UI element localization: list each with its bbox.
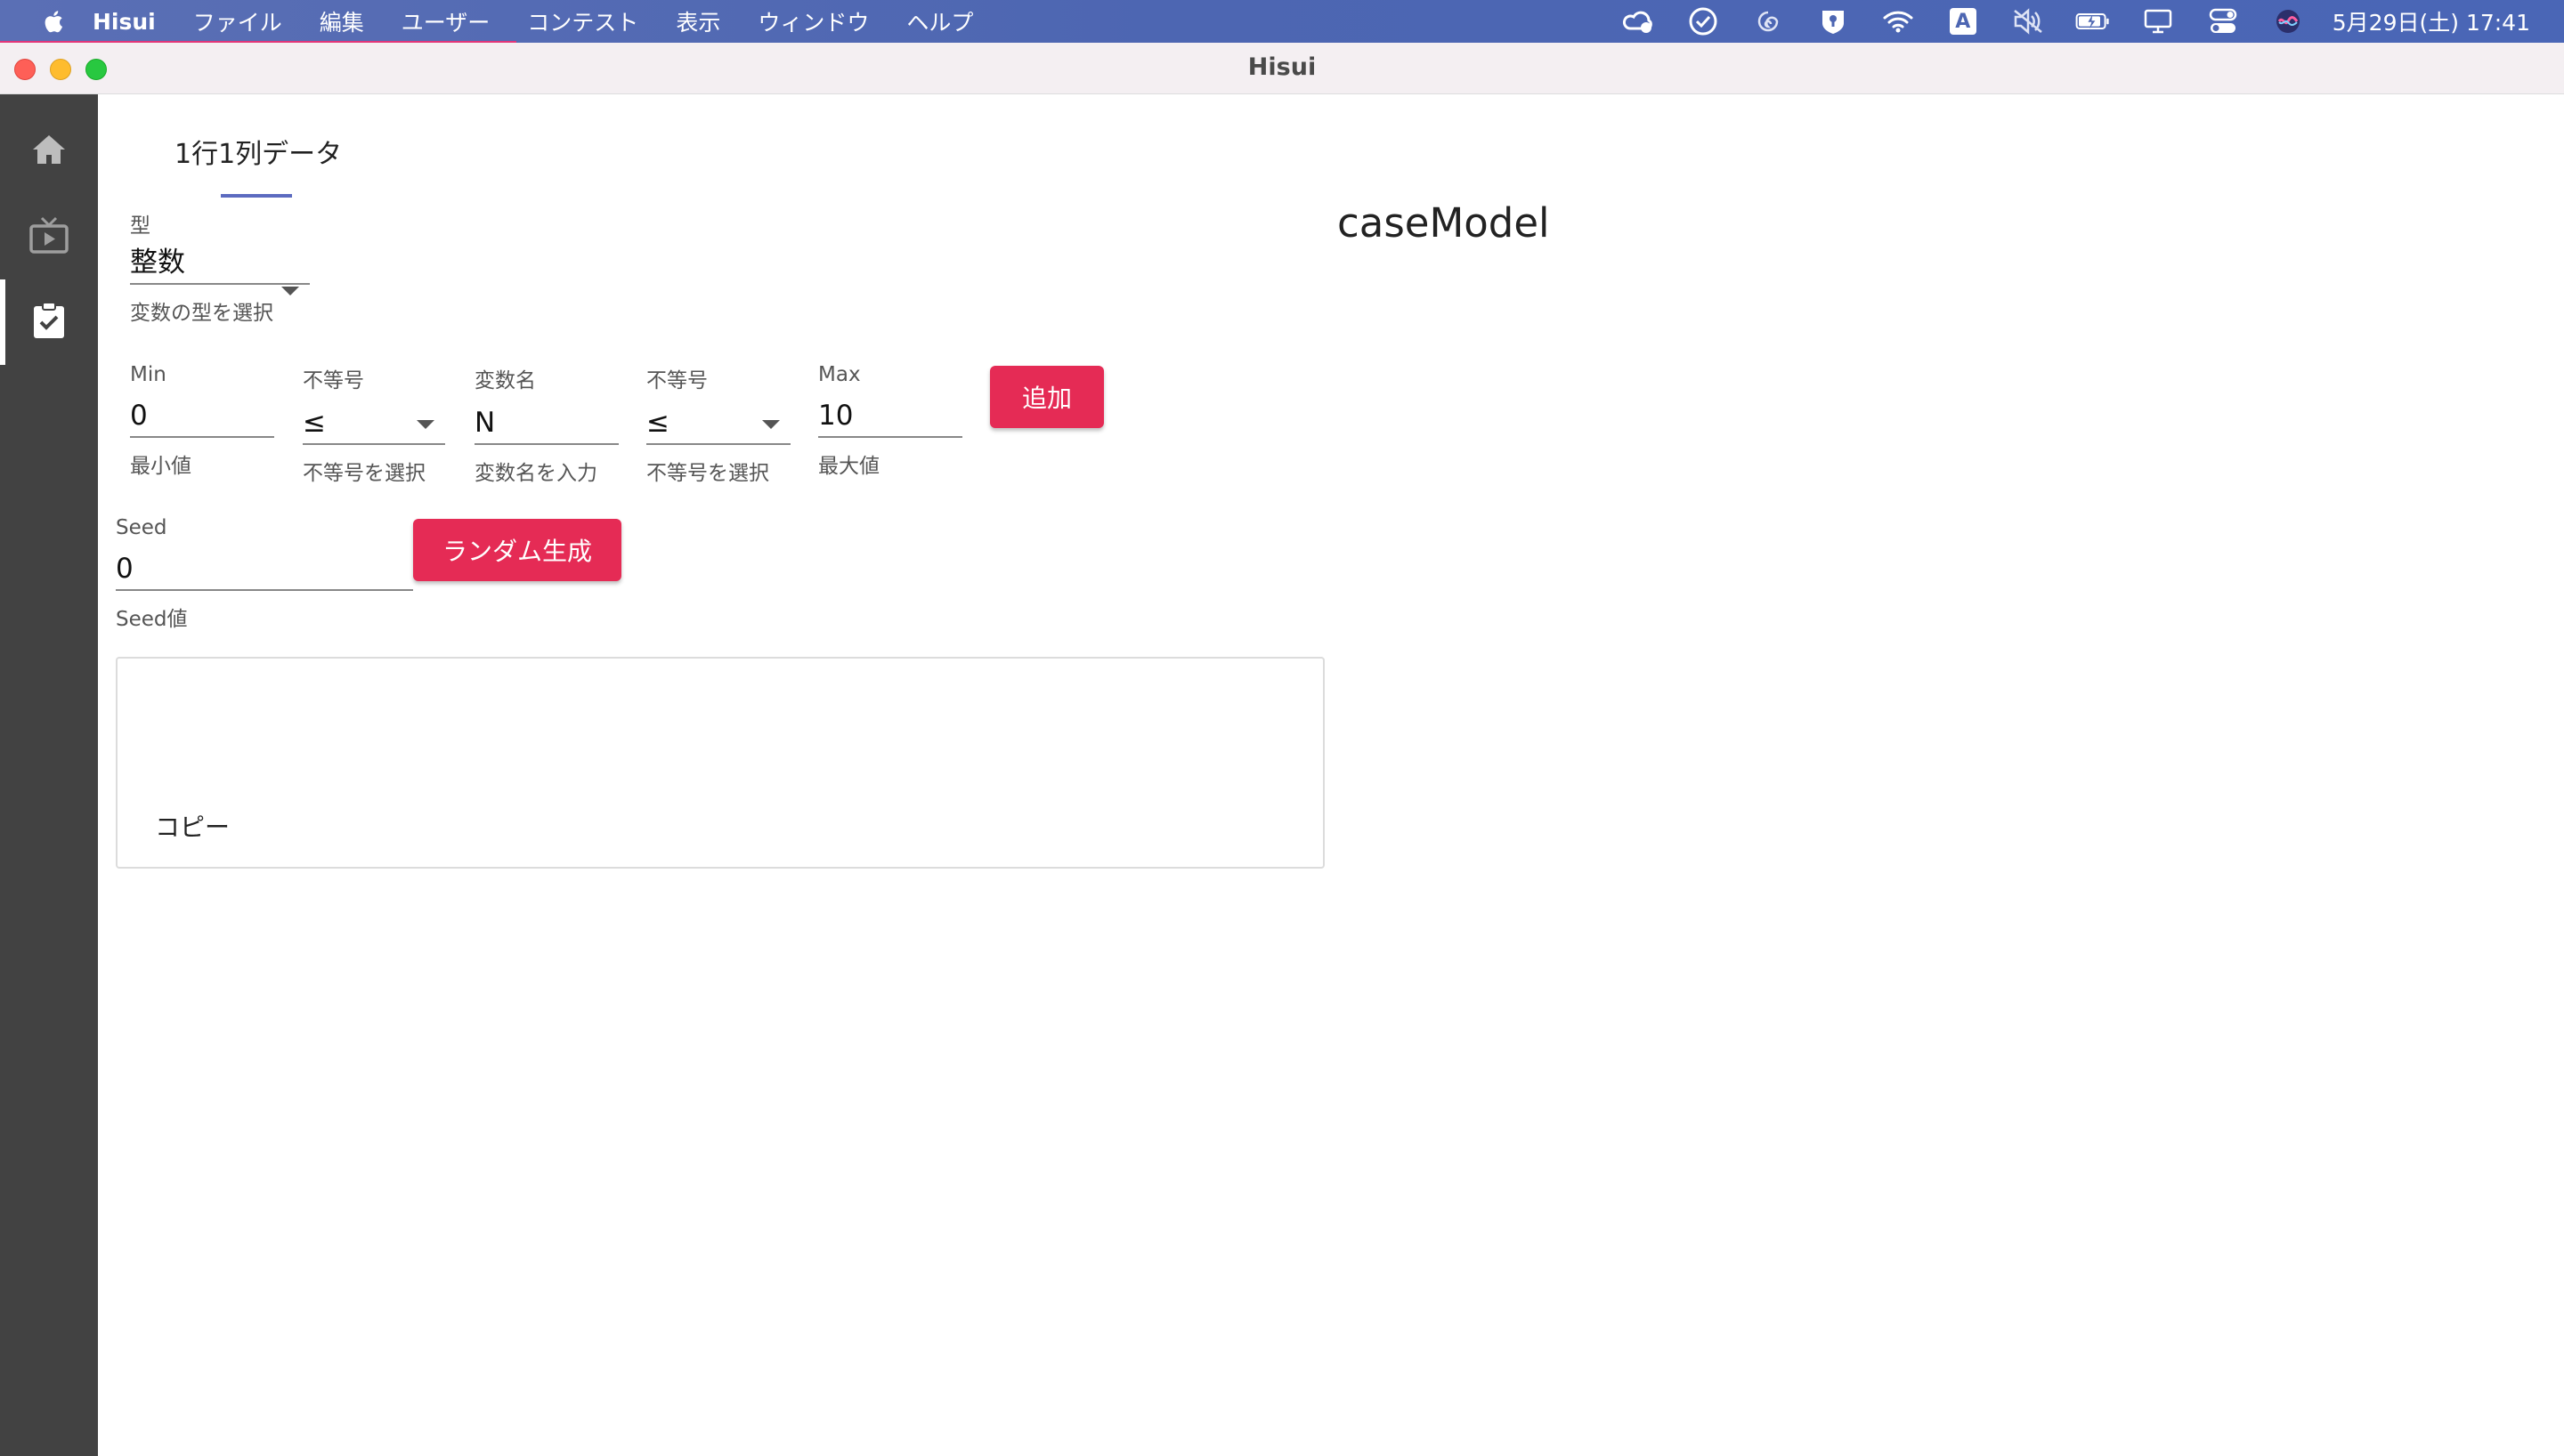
inequality-left-helper: 不等号を選択 bbox=[303, 462, 426, 485]
output-box: コピー bbox=[116, 657, 1325, 869]
inequality-right-helper: 不等号を選択 bbox=[646, 462, 769, 485]
window-titlebar: Hisui bbox=[0, 43, 2564, 94]
menu-edit[interactable]: 編集 bbox=[320, 5, 364, 37]
max-input[interactable]: 10 bbox=[818, 395, 962, 436]
menu-app-name[interactable]: Hisui bbox=[93, 9, 156, 35]
tab-indicator bbox=[221, 194, 292, 198]
tab-single-data[interactable]: 1行1列データ bbox=[174, 132, 342, 203]
inequality-select-right[interactable]: 不等号 ≤ 不等号を選択 bbox=[646, 363, 791, 486]
type-label: 型 bbox=[130, 214, 150, 238]
min-helper: 最小値 bbox=[130, 455, 191, 478]
creative-cloud-icon[interactable] bbox=[1620, 7, 1656, 36]
type-caret-icon[interactable] bbox=[281, 287, 299, 295]
menubar: Hisui ファイル 編集 ユーザー コンテスト 表示 ウィンドウ ヘルプ A bbox=[0, 0, 2564, 43]
siri-icon[interactable] bbox=[2270, 7, 2306, 36]
mute-icon[interactable] bbox=[2010, 7, 2046, 36]
variable-name-helper: 変数名を入力 bbox=[475, 462, 597, 485]
main-content: 1行1列データ caseModel 型 整数 変数の型を選択 Min 0 最小値… bbox=[98, 94, 2564, 1456]
menu-view[interactable]: 表示 bbox=[676, 5, 720, 37]
menu-window[interactable]: ウィンドウ bbox=[758, 5, 869, 37]
swirl-icon[interactable] bbox=[1750, 7, 1786, 36]
menubar-clock[interactable]: 5月29日(土) 17:41 bbox=[2333, 5, 2530, 37]
apple-icon[interactable] bbox=[39, 8, 66, 35]
copy-button[interactable]: コピー bbox=[155, 808, 230, 844]
type-helper: 変数の型を選択 bbox=[130, 302, 273, 325]
type-select[interactable]: 型 整数 変数の型を選択 bbox=[130, 208, 310, 326]
inequality-right-label: 不等号 bbox=[646, 369, 708, 392]
inequality-left-label: 不等号 bbox=[303, 369, 364, 392]
inequality-right-caret-icon[interactable] bbox=[762, 420, 780, 429]
menu-user[interactable]: ユーザー bbox=[402, 5, 491, 37]
battery-icon[interactable] bbox=[2075, 7, 2111, 36]
max-helper: 最大値 bbox=[818, 455, 880, 478]
seed-field[interactable]: Seed 0 Seed値 bbox=[116, 516, 413, 632]
live-tv-icon bbox=[29, 216, 69, 257]
type-value[interactable]: 整数 bbox=[130, 242, 310, 283]
variable-name-label: 変数名 bbox=[475, 369, 536, 392]
window-title: Hisui bbox=[1247, 53, 1317, 81]
sidebar-item-home[interactable] bbox=[0, 109, 98, 194]
min-field[interactable]: Min 0 最小値 bbox=[130, 363, 274, 479]
case-title: caseModel bbox=[1337, 199, 1550, 247]
menu-file[interactable]: ファイル bbox=[193, 5, 282, 37]
min-label: Min bbox=[130, 363, 166, 386]
random-generate-button[interactable]: ランダム生成 bbox=[413, 519, 621, 581]
variable-name-underline bbox=[475, 443, 619, 445]
inequality-select-left[interactable]: 不等号 ≤ 不等号を選択 bbox=[303, 363, 445, 486]
home-icon bbox=[31, 133, 67, 169]
inequality-left-caret-icon[interactable] bbox=[417, 420, 434, 429]
wifi-icon[interactable] bbox=[1880, 7, 1916, 36]
menu-contest[interactable]: コンテスト bbox=[527, 5, 638, 37]
password-manager-icon[interactable] bbox=[1815, 7, 1851, 36]
sidebar bbox=[0, 94, 98, 1456]
inequality-left-underline bbox=[303, 443, 445, 445]
assignment-turned-in-icon bbox=[32, 301, 66, 344]
max-label: Max bbox=[818, 363, 861, 386]
seed-label: Seed bbox=[116, 516, 167, 539]
input-source-icon[interactable]: A bbox=[1945, 7, 1981, 36]
menu-help[interactable]: ヘルプ bbox=[906, 5, 973, 37]
min-input[interactable]: 0 bbox=[130, 395, 274, 436]
max-field[interactable]: Max 10 最大値 bbox=[818, 363, 962, 479]
variable-name-input[interactable]: N bbox=[475, 402, 619, 443]
min-underline bbox=[130, 436, 274, 438]
seed-underline bbox=[116, 589, 413, 591]
sidebar-item-live[interactable] bbox=[0, 194, 98, 279]
seed-helper: Seed値 bbox=[116, 608, 188, 631]
control-center-icon[interactable] bbox=[2205, 7, 2241, 36]
display-icon[interactable] bbox=[2140, 7, 2176, 36]
variable-name-field[interactable]: 変数名 N 変数名を入力 bbox=[475, 363, 619, 486]
inequality-right-underline bbox=[646, 443, 791, 445]
sidebar-item-tasks[interactable] bbox=[0, 279, 98, 365]
seed-input[interactable]: 0 bbox=[116, 548, 413, 589]
add-button[interactable]: 追加 bbox=[990, 366, 1104, 428]
check-circle-icon[interactable] bbox=[1685, 7, 1721, 36]
input-source-label: A bbox=[1955, 10, 1971, 33]
max-underline bbox=[818, 436, 962, 438]
type-underline bbox=[130, 283, 310, 285]
tab-label: 1行1列データ bbox=[174, 139, 343, 170]
